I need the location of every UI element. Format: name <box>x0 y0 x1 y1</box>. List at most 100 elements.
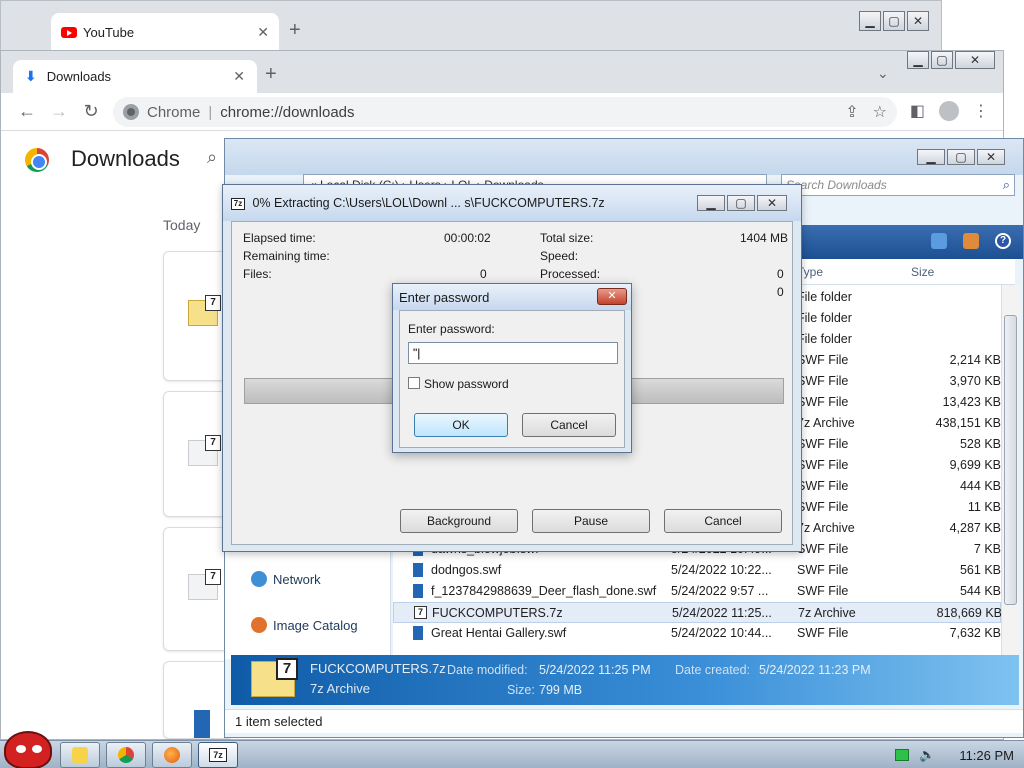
download-card[interactable] <box>163 661 233 739</box>
taskbar-clock[interactable]: 11:26 PM <box>959 748 1014 763</box>
details-size: 799 MB <box>539 683 583 697</box>
help-icon[interactable]: ? <box>995 233 1011 249</box>
swf-file-icon <box>413 563 423 577</box>
downloads-tab[interactable]: ⬇ Downloads ✕ <box>13 60 257 93</box>
search-icon[interactable]: ⌕ <box>207 147 217 168</box>
start-button-icon[interactable] <box>4 731 52 768</box>
explorer-icon <box>72 747 88 763</box>
share-icon[interactable]: ⇪ <box>845 102 858 122</box>
back-arrow-icon[interactable]: ← <box>11 101 43 122</box>
ok-button[interactable]: OK <box>414 413 508 437</box>
password-dialog: Enter password ✕ Enter password: Show pa… <box>392 283 632 453</box>
file-row[interactable]: Great Hentai Gallery.swf 5/24/2022 10:44.… <box>393 623 1001 644</box>
archive-file-icon: 7 <box>188 569 221 600</box>
file-row[interactable]: f_1237842988639_Deer_flash_done.swf 5/24/… <box>393 581 1001 602</box>
column-header-size[interactable]: Size <box>911 265 934 279</box>
volume-icon[interactable]: 🔈 <box>919 747 935 763</box>
taskbar-explorer-button[interactable] <box>60 742 100 768</box>
file-date-modified: 5/24/2022 10:22... <box>671 563 772 577</box>
explorer-search-input[interactable]: Search Downloads ⌕ <box>781 174 1015 196</box>
minimize-icon[interactable]: ▁ <box>907 51 929 69</box>
search-icon[interactable]: ⌕ <box>1003 177 1010 193</box>
taskbar-chrome-button[interactable] <box>106 742 146 768</box>
background-button[interactable]: Background <box>400 509 518 533</box>
views-icon[interactable] <box>931 233 947 249</box>
file-name: f_1237842988639_Deer_flash_done.swf <box>431 584 657 598</box>
7zip-icon: 7z <box>209 748 227 762</box>
chrome-icon <box>118 747 134 763</box>
file-size: 13,423 KB <box>942 395 1001 409</box>
youtube-tab[interactable]: YouTube ✕ <box>51 13 279 51</box>
show-password-checkbox[interactable] <box>408 377 420 389</box>
toolbar-right-actions: ◧ ⋮ <box>910 101 989 121</box>
minimize-icon[interactable]: ▁ <box>697 195 725 211</box>
nav-item-label: Image Catalog <box>273 617 358 633</box>
maximize-icon[interactable]: ▢ <box>883 11 905 31</box>
network-status-icon[interactable] <box>895 749 910 761</box>
maximize-icon[interactable]: ▢ <box>727 195 755 211</box>
explorer-titlebar: ▁ ▢ ✕ <box>225 139 1023 175</box>
taskbar-firefox-button[interactable] <box>152 742 192 768</box>
remaining-time-label: Remaining time: <box>243 249 330 263</box>
file-size: 818,669 KB <box>936 606 1001 620</box>
close-tab-icon[interactable]: ✕ <box>257 24 269 41</box>
file-name: Great Hentai Gallery.swf <box>431 626 567 640</box>
file-type: SWF File <box>797 542 849 556</box>
scrollbar-thumb[interactable] <box>1004 315 1017 605</box>
forward-arrow-icon[interactable]: → <box>43 101 75 122</box>
file-type: SWF File <box>797 479 849 493</box>
date-section-label: Today <box>163 217 201 233</box>
omnibox-actions: ⇪ ☆ <box>845 102 887 122</box>
taskbar-7zip-button[interactable]: 7z <box>198 742 238 768</box>
show-password-label: Show password <box>424 377 509 391</box>
pause-button[interactable]: Pause <box>532 509 650 533</box>
reload-icon[interactable]: ↻ <box>75 101 107 122</box>
details-date-created-label: Date created: <box>675 663 751 677</box>
file-size: 544 KB <box>959 584 1001 598</box>
file-name: FUCKCOMPUTERS.7z <box>432 606 563 620</box>
nav-item-network[interactable]: Network <box>251 571 321 587</box>
side-panel-icon[interactable]: ◧ <box>910 101 925 121</box>
total-size-label: Total size: <box>540 231 594 245</box>
archive-file-icon: 7 <box>251 658 298 697</box>
compression-value: 0 <box>777 285 784 299</box>
file-row[interactable]: dodngos.swf 5/24/2022 10:22... SWF File 561… <box>393 560 1001 581</box>
page-title: Downloads <box>71 146 180 171</box>
close-tab-icon[interactable]: ✕ <box>233 68 245 85</box>
close-icon[interactable]: ✕ <box>907 11 929 31</box>
maximize-icon[interactable]: ▢ <box>931 51 953 69</box>
new-tab-icon[interactable]: + <box>265 63 277 86</box>
details-filename: FUCKCOMPUTERS.7z <box>310 661 446 676</box>
maximize-icon[interactable]: ▢ <box>947 149 975 165</box>
preview-pane-icon[interactable] <box>963 233 979 249</box>
close-icon[interactable]: ✕ <box>977 149 1005 165</box>
cancel-button[interactable]: Cancel <box>522 413 616 437</box>
address-bar[interactable]: Chrome | chrome://downloads ⇪ ☆ <box>113 97 897 127</box>
new-tab-icon[interactable]: + <box>289 19 301 42</box>
system-tray: 🔈 11:26 PM <box>895 747 1014 763</box>
file-row[interactable]: 7 FUCKCOMPUTERS.7z 5/24/2022 11:25... 7z Ar… <box>393 602 1001 623</box>
file-type: File folder <box>797 290 852 304</box>
minimize-icon[interactable]: ▁ <box>859 11 881 31</box>
cancel-extraction-button[interactable]: Cancel <box>664 509 782 533</box>
minimize-icon[interactable]: ▁ <box>917 149 945 165</box>
youtube-tab-title: YouTube <box>83 24 135 40</box>
close-icon[interactable]: ✕ <box>597 288 627 305</box>
tab-search-chevron-icon[interactable]: ⌄ <box>877 65 889 82</box>
close-icon[interactable]: ✕ <box>757 195 787 211</box>
swf-file-icon <box>194 710 210 738</box>
details-pane: 7 FUCKCOMPUTERS.7z 7z Archive Date modif… <box>231 655 1019 705</box>
download-arrow-icon: ⬇ <box>25 68 37 84</box>
profile-avatar-icon[interactable] <box>939 101 959 121</box>
downloads-tab-title: Downloads <box>46 69 112 84</box>
file-size: 2,214 KB <box>949 353 1001 367</box>
file-size: 9,699 KB <box>949 458 1001 472</box>
nav-item-image-catalog[interactable]: Image Catalog <box>251 617 358 633</box>
details-date-modified: 5/24/2022 11:25 PM <box>539 663 651 677</box>
menu-kebab-icon[interactable]: ⋮ <box>973 101 989 121</box>
omnibox-url: chrome://downloads <box>220 103 355 121</box>
bookmark-star-icon[interactable]: ☆ <box>873 102 887 122</box>
file-list-scrollbar[interactable] <box>1001 285 1019 659</box>
close-icon[interactable]: ✕ <box>955 51 995 69</box>
password-input[interactable] <box>408 342 618 364</box>
